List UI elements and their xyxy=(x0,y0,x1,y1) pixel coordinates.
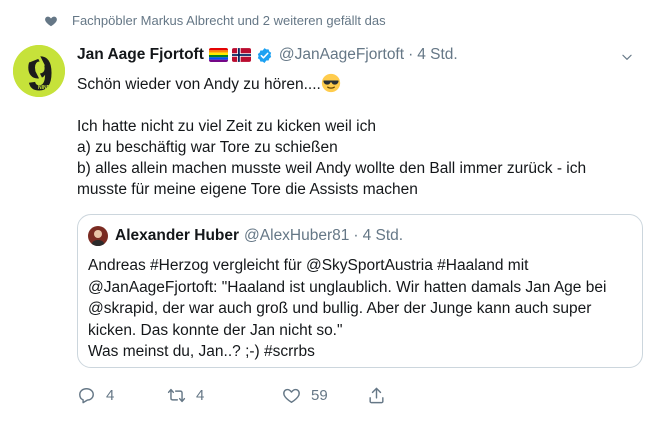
quoted-avatar xyxy=(88,226,108,246)
avatar-small-text: NINE xyxy=(38,85,51,91)
quoted-separator-dot: · xyxy=(353,227,359,244)
rainbow-flag-icon xyxy=(208,48,228,62)
norway-flag-icon xyxy=(231,48,251,62)
retweet-count: 4 xyxy=(196,387,205,404)
heart-outline-icon xyxy=(283,388,300,403)
author-name[interactable]: Jan Aage Fjortoft xyxy=(77,46,204,64)
separator-dot: · xyxy=(408,46,414,63)
tweet-text-body: Ich hatte nicht zu viel Zeit zu kicken w… xyxy=(77,118,587,198)
quoted-author-name: Alexander Huber xyxy=(115,227,240,244)
share-icon xyxy=(369,387,384,404)
sunglasses-emoji xyxy=(321,73,341,93)
social-context[interactable]: Fachpöbler Markus Albrecht und 2 weitere… xyxy=(44,13,386,28)
like-button[interactable]: 59 xyxy=(282,386,367,405)
chevron-down-icon[interactable] xyxy=(620,50,634,64)
like-count: 59 xyxy=(311,387,328,404)
share-button[interactable] xyxy=(367,386,396,405)
social-context-text: Fachpöbler Markus Albrecht und 2 weitere… xyxy=(72,13,386,28)
retweet-button[interactable]: 4 xyxy=(167,386,282,405)
tweet-text-line1: Schön wieder von Andy zu hören.... xyxy=(77,76,321,93)
tweet-actions: 4 4 59 xyxy=(77,386,396,405)
quoted-tweet-header: Alexander Huber @AlexHuber81 · 4 Std. xyxy=(88,226,403,246)
quoted-tweet-text: Andreas #Herzog vergleicht für @SkySport… xyxy=(88,257,607,360)
quoted-tweet[interactable]: Alexander Huber @AlexHuber81 · 4 Std. An… xyxy=(77,214,643,368)
avatar[interactable]: 9 NINE xyxy=(13,45,65,97)
verified-icon xyxy=(257,47,272,63)
author-handle[interactable]: @JanAageFjortoft xyxy=(279,46,404,64)
avatar-logo: 9 NINE xyxy=(13,45,65,97)
quoted-author-handle: @AlexHuber81 xyxy=(244,227,350,244)
tweet-header: Jan Aage Fjortoft @JanAageFjortoft · 4 S… xyxy=(77,46,458,64)
reply-count: 4 xyxy=(106,387,115,404)
reply-icon xyxy=(79,388,94,404)
timestamp[interactable]: 4 Std. xyxy=(417,46,458,64)
quoted-timestamp: 4 Std. xyxy=(362,227,404,244)
reply-button[interactable]: 4 xyxy=(77,386,167,405)
tweet-text: Schön wieder von Andy zu hören.... Ich h… xyxy=(77,73,637,200)
heart-icon xyxy=(45,16,57,26)
retweet-icon xyxy=(167,388,186,403)
